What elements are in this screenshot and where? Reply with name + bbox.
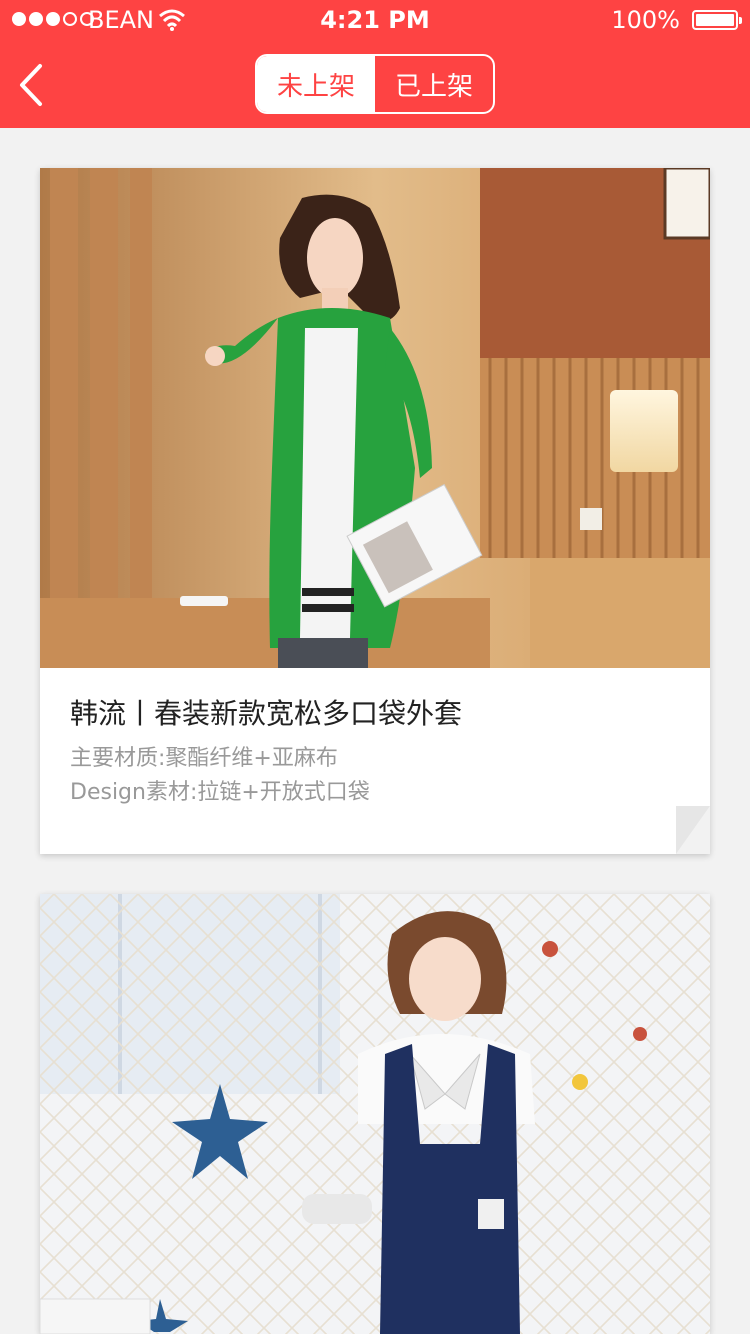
product-design: Design素材:拉链+开放式口袋	[70, 780, 370, 805]
product-material: 主要材质:聚酯纤维+亚麻布	[70, 746, 338, 771]
status-bar: BEAN 4:21 PM 100%	[0, 0, 750, 40]
back-chevron-icon[interactable]	[16, 62, 48, 108]
product-card[interactable]	[40, 894, 710, 1334]
listing-status-segmented-control: 未上架 已上架	[255, 54, 495, 114]
product-card[interactable]: 韩流丨春装新款宽松多口袋外套 主要材质:聚酯纤维+亚麻布 Design素材:拉链…	[40, 168, 710, 854]
tab-listed[interactable]: 已上架	[375, 56, 493, 112]
page-fold-corner	[676, 806, 710, 854]
product-photo-green-jacket[interactable]	[40, 168, 710, 668]
app-header: BEAN 4:21 PM 100% 未上架 已上架	[0, 0, 750, 128]
battery-icon	[692, 10, 742, 30]
tab-unlisted[interactable]: 未上架	[257, 56, 375, 112]
product-title: 韩流丨春装新款宽松多口袋外套	[70, 697, 463, 730]
battery-percentage: 100%	[611, 6, 680, 34]
product-photo-denim-overalls[interactable]	[40, 894, 710, 1334]
